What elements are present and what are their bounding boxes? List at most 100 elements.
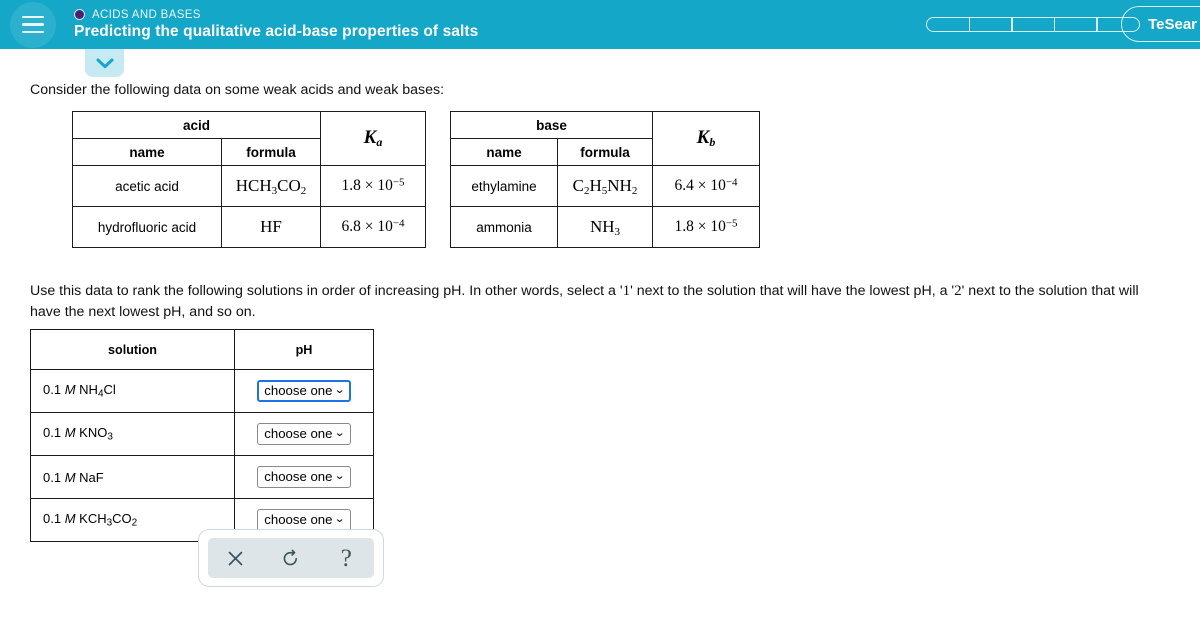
chevron-down-icon: ⌄ [334, 427, 346, 439]
compound-formula: C2H5NH2 [557, 165, 653, 207]
ph-rank-select-value: choose one [264, 469, 333, 484]
chevron-down-icon: ⌄ [334, 513, 346, 525]
acid-col-name: name [72, 138, 222, 166]
chevron-down-icon [95, 57, 115, 70]
k-value: 6.4 × 10−4 [674, 176, 738, 195]
solution-ph-table: solution pH 0.1 M NH4Cl choose one ⌄ 0.1 M … [30, 329, 374, 542]
molarity-symbol: M [64, 511, 76, 527]
progress-segment [968, 17, 1013, 32]
answer-toolbar: ? [199, 530, 383, 586]
hamburger-menu-icon[interactable] [10, 1, 56, 48]
acid-group-header: acid [72, 111, 321, 139]
page-title: Predicting the qualitative acid-base pro… [74, 22, 479, 40]
topic-line: ACIDS AND BASES [74, 9, 478, 21]
ph-rank-select-2[interactable]: choose one ⌄ [257, 423, 351, 445]
base-table: base Kb name formula ethylamine C2H5NH2 6.… [450, 111, 760, 248]
ph-cell: choose one ⌄ [234, 455, 374, 499]
solution-label: 0.1 M KNO3 [30, 412, 235, 456]
table-row: acetic acid HCH3CO2 1.8 × 10−5 [72, 165, 426, 207]
table-row: acid Ka [72, 111, 426, 166]
molarity-symbol: M [64, 382, 76, 398]
solution-label: 0.1 M NaF [30, 455, 235, 499]
table-row: ammonia NH3 1.8 × 10−5 [450, 206, 760, 248]
progress-segment [1011, 17, 1056, 32]
ph-rank-select-value: choose one [264, 512, 333, 527]
ph-cell: choose one ⌄ [234, 412, 374, 456]
acid-table: acid Ka name formula acetic acid HCH3CO2 1… [72, 111, 426, 248]
equilibrium-constant-tables: acid Ka name formula acetic acid HCH3CO2 1… [72, 111, 760, 248]
column-header-ph: pH [234, 329, 374, 370]
table-row: 0.1 M NH4Cl choose one ⌄ [30, 369, 374, 413]
chemical-formula: NH4Cl [79, 382, 116, 400]
table-row: 0.1 M KNO3 choose one ⌄ [30, 412, 374, 456]
base-col-formula: formula [557, 138, 653, 166]
compound-name: acetic acid [72, 165, 222, 207]
rank-number-one: 1 [622, 283, 631, 300]
chemical-formula: HCH3CO2 [235, 175, 307, 197]
intro-text: Consider the following data on some weak… [30, 82, 445, 98]
compound-formula: NH3 [557, 206, 653, 248]
instruction-part-2: ' next to the solution that will have th… [630, 283, 955, 300]
base-group-header: base [450, 111, 653, 139]
reset-button[interactable] [271, 541, 311, 575]
compound-name: ammonia [450, 206, 558, 248]
chemical-formula: C2H5NH2 [572, 175, 638, 197]
account-button[interactable]: TeSear [1121, 6, 1200, 42]
k-value: 1.8 × 10−5 [674, 217, 738, 236]
hamburger-bar [22, 15, 44, 19]
ph-rank-select-4[interactable]: choose one ⌄ [257, 509, 351, 531]
chevron-down-icon: ⌄ [334, 384, 346, 396]
k-value: 1.8 × 10−5 [341, 176, 405, 195]
progress-segment [1053, 17, 1098, 32]
column-header-solution: solution [30, 329, 235, 370]
compound-formula: HCH3CO2 [221, 165, 321, 207]
chemical-formula: NaF [79, 469, 104, 485]
equilibrium-constant: 1.8 × 10−5 [652, 206, 760, 248]
chevron-down-icon: ⌄ [334, 470, 346, 482]
topic-bullet-icon [74, 9, 85, 20]
ranking-instruction: Use this data to rank the following solu… [30, 281, 1165, 323]
chemical-formula: NH3 [589, 216, 621, 238]
hamburger-bar [22, 30, 44, 34]
help-button[interactable]: ? [326, 541, 366, 575]
collapse-toggle-button[interactable] [85, 49, 124, 77]
molarity-symbol: M [64, 425, 76, 441]
ph-rank-select-1[interactable]: choose one ⌄ [257, 380, 351, 402]
table-row: base Kb [450, 111, 760, 166]
clear-button[interactable] [216, 541, 256, 575]
chemical-formula: KNO3 [79, 425, 113, 443]
ph-rank-select-value: choose one [264, 383, 333, 398]
rank-number-two: 2 [954, 283, 962, 300]
k-value: 6.8 × 10−4 [341, 217, 405, 236]
base-col-name: name [450, 138, 558, 166]
compound-name: hydrofluoric acid [72, 206, 222, 248]
compound-name: ethylamine [450, 165, 558, 207]
equilibrium-constant: 1.8 × 10−5 [320, 165, 426, 207]
solution-label: 0.1 M NH4Cl [30, 369, 235, 413]
question-mark-icon: ? [340, 544, 352, 572]
ka-symbol: Ka [363, 126, 383, 150]
acid-col-formula: formula [221, 138, 321, 166]
topic-label: ACIDS AND BASES [92, 8, 201, 21]
chemical-formula: HF [260, 217, 282, 236]
molarity-symbol: M [64, 469, 76, 485]
table-row: ethylamine C2H5NH2 6.4 × 10−4 [450, 165, 760, 207]
header-titles: ACIDS AND BASES Predicting the qualitati… [74, 9, 478, 41]
ph-rank-select-3[interactable]: choose one ⌄ [257, 466, 351, 488]
acid-k-header: Ka [320, 111, 426, 166]
table-header-row: solution pH [30, 329, 374, 370]
equilibrium-constant: 6.4 × 10−4 [652, 165, 760, 207]
undo-refresh-icon [281, 549, 300, 568]
table-row: hydrofluoric acid HF 6.8 × 10−4 [72, 206, 426, 248]
kb-symbol: Kb [696, 126, 716, 150]
progress-tracker [926, 17, 1140, 32]
answer-toolbar-panel: ? [208, 538, 374, 578]
table-row: 0.1 M NaF choose one ⌄ [30, 455, 374, 499]
instruction-part-1: Use this data to rank the following solu… [30, 283, 623, 300]
ph-cell: choose one ⌄ [234, 369, 374, 413]
chemical-formula: KCH3CO2 [79, 511, 138, 529]
compound-formula: HF [221, 206, 321, 248]
hamburger-bar [22, 23, 44, 26]
ph-rank-select-value: choose one [264, 426, 333, 441]
close-x-icon [227, 550, 244, 567]
